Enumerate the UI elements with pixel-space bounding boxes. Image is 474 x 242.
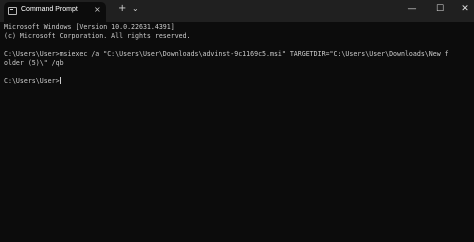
tab-dropdown-chevron-icon[interactable]: ⌄ <box>132 3 139 15</box>
tab-close-icon[interactable]: × <box>94 5 101 15</box>
new-tab-button[interactable]: + <box>118 3 126 15</box>
prompt-line: C:\Users\User> <box>4 77 470 86</box>
maximize-icon: ☐ <box>435 4 445 14</box>
tab-title: Command Prompt <box>21 6 78 13</box>
minimize-button[interactable]: — <box>399 0 425 18</box>
maximize-button[interactable]: ☐ <box>427 0 453 18</box>
close-button[interactable]: ✕ <box>452 0 474 18</box>
prompt-text: C:\Users\User> <box>4 77 60 85</box>
terminal-icon <box>8 7 17 15</box>
text-cursor <box>59 77 61 84</box>
tab-command-prompt[interactable]: Command Prompt × <box>4 2 106 22</box>
console-line: C:\Users\User>msiexec /a "C:\Users\User\… <box>4 50 449 58</box>
close-icon: ✕ <box>461 4 469 14</box>
command-prompt-window: Command Prompt × + ⌄ — ☐ ✕ Microsoft Win… <box>0 0 474 242</box>
minimize-icon: — <box>407 4 417 14</box>
console-line: (c) Microsoft Corporation. All rights re… <box>4 32 191 40</box>
console-line: older (5)\" /qb <box>4 59 64 67</box>
console-output[interactable]: Microsoft Windows [Version 10.0.22631.43… <box>4 23 470 86</box>
console-line: Microsoft Windows [Version 10.0.22631.43… <box>4 23 175 31</box>
title-bar: Command Prompt × + ⌄ — ☐ ✕ <box>0 0 474 22</box>
